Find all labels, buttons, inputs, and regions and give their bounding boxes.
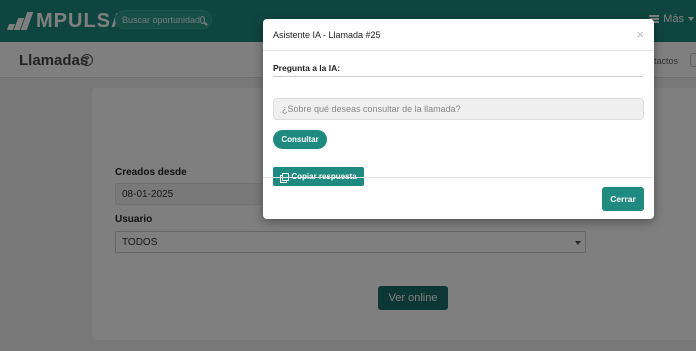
divider <box>273 76 643 77</box>
close-icon[interactable]: × <box>636 28 644 41</box>
question-input[interactable]: ¿Sobre qué deseas consultar de la llamad… <box>273 98 644 120</box>
ai-assistant-modal: Asistente IA - Llamada #25 × Pregunta a … <box>263 19 654 219</box>
modal-header: Asistente IA - Llamada #25 × <box>263 19 654 51</box>
modal-body: Pregunta a la IA: ¿Sobre qué deseas cons… <box>263 51 654 186</box>
modal-title: Asistente IA - Llamada #25 <box>273 30 381 40</box>
question-label: Pregunta a la IA: <box>273 63 341 73</box>
close-button[interactable]: Cerrar <box>602 187 644 211</box>
modal-footer: Cerrar <box>263 177 654 219</box>
consult-button[interactable]: Consultar <box>273 130 327 149</box>
